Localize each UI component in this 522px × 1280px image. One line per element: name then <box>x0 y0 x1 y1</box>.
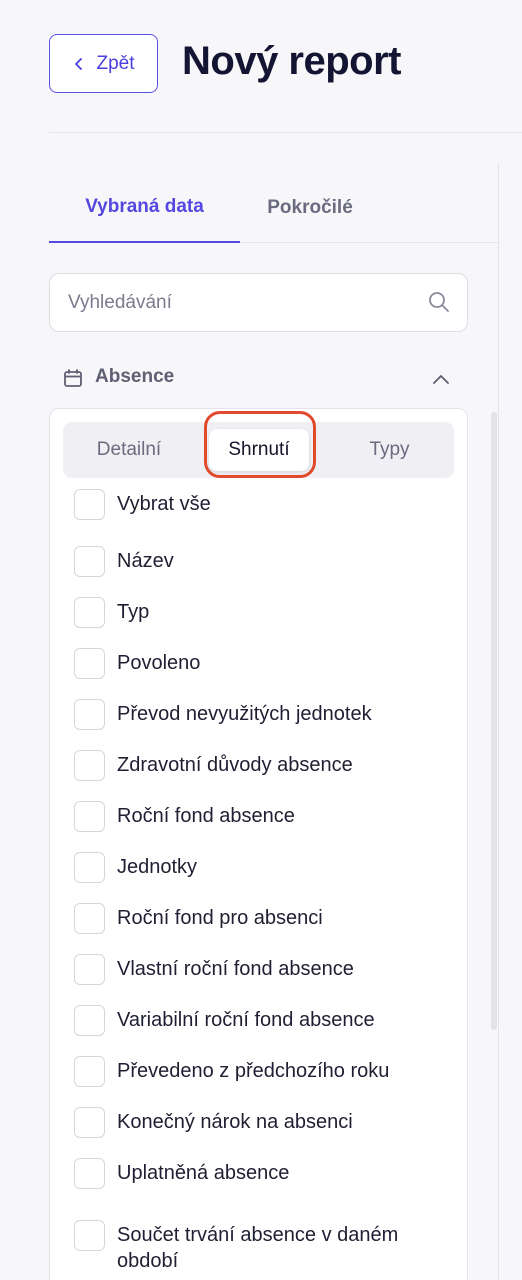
chevron-left-icon <box>75 57 83 70</box>
option-checkbox[interactable] <box>74 1005 105 1036</box>
option-checkbox[interactable] <box>74 1220 105 1251</box>
search-input[interactable] <box>68 274 408 331</box>
tab-selected-data[interactable]: Vybraná data <box>49 172 240 243</box>
panel-divider <box>498 164 499 1280</box>
option-item[interactable]: Vlastní roční fond absence <box>74 954 454 985</box>
option-label: Jednotky <box>117 856 198 878</box>
option-label: Uplatněná absence <box>117 1162 290 1184</box>
option-item[interactable]: Povoleno <box>74 648 454 679</box>
option-checkbox[interactable] <box>74 1158 105 1189</box>
option-label: Převedeno z předchozího roku <box>117 1060 390 1082</box>
scrollbar-thumb[interactable] <box>491 412 497 1030</box>
option-checkbox[interactable] <box>74 546 105 577</box>
option-item[interactable]: Roční fond pro absenci <box>74 903 454 934</box>
option-item[interactable]: Typ <box>74 597 454 628</box>
select-all-checkbox[interactable] <box>74 489 105 520</box>
option-checkbox[interactable] <box>74 597 105 628</box>
option-label: Variabilní roční fond absence <box>117 1009 375 1031</box>
select-all-label: Vybrat vše <box>117 493 211 515</box>
option-checkbox[interactable] <box>74 954 105 985</box>
back-button[interactable]: Zpět <box>49 34 158 93</box>
option-label: Vlastní roční fond absence <box>117 958 354 980</box>
option-item[interactable]: Variabilní roční fond absence <box>74 1005 454 1036</box>
option-label: Součet trvání absence v daném období <box>117 1224 399 1272</box>
option-item[interactable]: Uplatněná absence <box>74 1158 454 1189</box>
header-divider <box>49 132 522 133</box>
page-title: Nový report <box>182 39 402 83</box>
option-checkbox[interactable] <box>74 852 105 883</box>
back-button-label: Zpět <box>96 52 135 74</box>
select-all-option[interactable]: Vybrat vše <box>74 489 454 520</box>
tab-advanced[interactable]: Pokročilé <box>240 172 380 243</box>
option-item[interactable]: Jednotky <box>74 852 454 883</box>
option-checkbox[interactable] <box>74 1107 105 1138</box>
option-checkbox[interactable] <box>74 750 105 781</box>
option-checkbox[interactable] <box>74 648 105 679</box>
option-label: Povoleno <box>117 652 201 674</box>
option-item[interactable]: Název <box>74 546 454 577</box>
option-checkbox[interactable] <box>74 699 105 730</box>
option-label: Převod nevyužitých jednotek <box>117 703 372 725</box>
view-segmented-control: Detailní Shrnutí Typy <box>63 422 454 478</box>
segment-types[interactable]: Typy <box>325 422 454 478</box>
option-label: Název <box>117 550 174 572</box>
option-item[interactable]: Konečný nárok na absenci <box>74 1107 454 1138</box>
option-checkbox[interactable] <box>74 801 105 832</box>
option-item[interactable]: Převod nevyužitých jednotek <box>74 699 454 730</box>
option-label: Roční fond pro absenci <box>117 907 323 929</box>
option-item[interactable]: Součet trvání absence v daném období <box>74 1220 454 1274</box>
option-item[interactable]: Převedeno z předchozího roku <box>74 1056 454 1087</box>
segment-detail[interactable]: Detailní <box>63 422 195 478</box>
calendar-icon <box>64 369 82 387</box>
option-label: Typ <box>117 601 150 623</box>
option-label: Roční fond absence <box>117 805 295 827</box>
option-item[interactable]: Zdravotní důvody absence <box>74 750 454 781</box>
main-tabs: Vybraná data Pokročilé <box>49 172 498 243</box>
absence-options-card: Detailní Shrnutí Typy Vybrat vše Název T… <box>49 408 468 1280</box>
option-label: Zdravotní důvody absence <box>117 754 353 776</box>
search-icon[interactable] <box>427 290 451 314</box>
section-header-absence[interactable]: Absence <box>49 358 468 398</box>
option-label: Konečný nárok na absenci <box>117 1111 353 1133</box>
option-checkbox[interactable] <box>74 903 105 934</box>
report-page: Zpět Nový report Vybraná data Pokročilé … <box>0 0 522 1280</box>
section-title: Absence <box>95 366 175 387</box>
chevron-up-icon[interactable] <box>430 368 452 390</box>
search-box <box>49 273 468 332</box>
option-checkbox[interactable] <box>74 1056 105 1087</box>
option-item[interactable]: Roční fond absence <box>74 801 454 832</box>
segment-summary[interactable]: Shrnutí <box>209 429 309 471</box>
